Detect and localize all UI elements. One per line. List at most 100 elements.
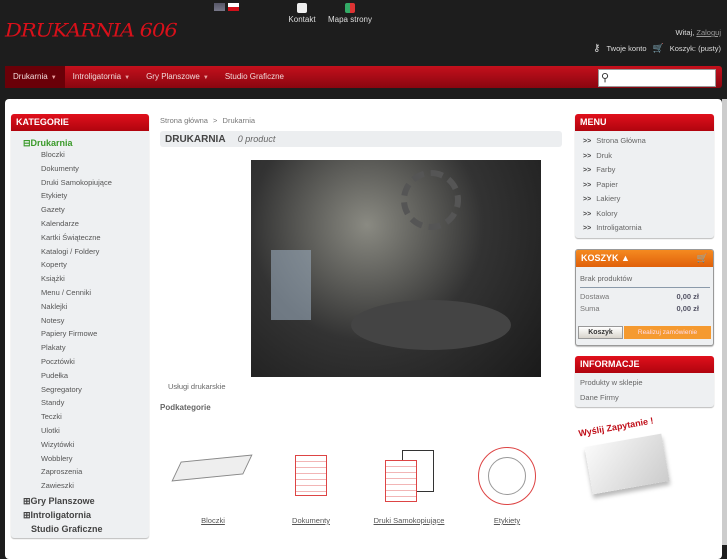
search-icon[interactable]: ⚲: [601, 71, 609, 84]
menu-title: MENU: [575, 114, 714, 131]
category-image: [251, 160, 541, 377]
subcategory-etykiety[interactable]: Etykiety: [494, 516, 520, 525]
envelope-icon: [584, 433, 670, 495]
menu-item-label: Papier: [596, 179, 618, 189]
cart-box: KOSZYK ▲ 🛒 Brak produktów Dostawa 0,00 zł…: [575, 249, 714, 346]
cart-title: KOSZYK: [581, 253, 619, 263]
category-item[interactable]: Etykiety: [41, 191, 67, 200]
double-chevron-icon: >>: [583, 225, 592, 232]
menu-item-label: Strona Główna: [596, 136, 646, 145]
category-item[interactable]: Kalendarze: [41, 219, 79, 228]
label-sticker-icon[interactable]: [478, 447, 536, 505]
menu-item-label: Kolory: [596, 208, 618, 218]
category-item[interactable]: Katalogi / Foldery: [41, 247, 99, 256]
breadcrumb: Strona główna > Drukarnia: [160, 116, 256, 125]
double-chevron-icon: >>: [583, 181, 592, 189]
category-item[interactable]: Zawieszki: [41, 481, 74, 490]
category-item[interactable]: Druki Samokopiujące: [41, 178, 112, 187]
category-item[interactable]: Menu / Cenniki: [41, 288, 91, 297]
double-chevron-icon: >>: [583, 210, 592, 218]
nav-studio-graficzne[interactable]: Studio Graficzne: [217, 66, 292, 88]
category-drukarnia[interactable]: ⊟Drukarnia: [23, 138, 73, 149]
double-chevron-icon: >>: [583, 167, 592, 174]
document-icon[interactable]: [295, 455, 327, 496]
menu-box: MENU >> Strona Główna >> Druk >> Farby >> Papie…: [575, 114, 714, 238]
category-item[interactable]: Kartki Świąteczne: [41, 233, 101, 242]
greeting: Witaj, Zaloguj: [675, 28, 721, 37]
subcategory-druki-samokopiujace[interactable]: Druki Samokopiujące: [374, 516, 445, 525]
subcategory-dokumenty[interactable]: Dokumenty: [292, 516, 330, 525]
search-input[interactable]: ⚲: [598, 69, 716, 87]
contact-label: Kontakt: [288, 15, 316, 24]
envelope-icon: [297, 3, 307, 13]
category-item[interactable]: Wizytówki: [41, 440, 74, 449]
category-item[interactable]: Pudełka: [41, 371, 68, 380]
category-item[interactable]: Standy: [41, 398, 64, 407]
menu-item-label: Druk: [596, 150, 613, 160]
flag-pl-icon[interactable]: [228, 3, 239, 11]
info-company[interactable]: Dane Firmy: [580, 393, 619, 402]
category-item[interactable]: Zaproszenia: [41, 467, 82, 476]
carbonless-forms-icon[interactable]: [385, 460, 417, 502]
key-icon: ⚷: [593, 43, 601, 54]
flag-en-icon[interactable]: [214, 3, 225, 11]
category-item[interactable]: Koperty: [41, 260, 67, 269]
sitemap-link[interactable]: Mapa strony: [326, 3, 374, 24]
category-item[interactable]: Ulotki: [41, 426, 60, 435]
category-item[interactable]: Książki: [41, 274, 65, 283]
double-chevron-icon: >>: [583, 138, 592, 145]
categories-title: KATEGORIE: [11, 114, 149, 131]
menu-item[interactable]: >> Lakiery: [583, 194, 620, 203]
category-item[interactable]: Plakaty: [41, 343, 66, 352]
category-item[interactable]: Gazety: [41, 205, 65, 214]
info-products[interactable]: Produkty w sklepie: [580, 378, 643, 387]
product-count: 0 product: [237, 134, 276, 144]
menu-item[interactable]: >> Druk: [583, 151, 612, 160]
subcategory-bloczki[interactable]: Bloczki: [201, 516, 225, 525]
categories-box: KATEGORIE ⊟Drukarnia Bloczki Dokumenty Dru…: [11, 114, 149, 538]
scrollbar[interactable]: [722, 99, 727, 545]
contact-link[interactable]: Kontakt: [287, 3, 317, 24]
cart-link[interactable]: Koszyk: (pusty): [670, 44, 721, 53]
checkout-button[interactable]: Realizuj zamówienie: [624, 326, 711, 339]
nav-gry-planszowe[interactable]: Gry Planszowe ▼: [138, 66, 217, 88]
cart-button[interactable]: Koszyk: [578, 326, 623, 339]
total-value: 0,00 zł: [676, 304, 699, 313]
breadcrumb-home[interactable]: Strona główna: [160, 116, 208, 125]
category-studio-graficzne[interactable]: Studio Graficzne: [31, 524, 103, 534]
subcategories-title: Podkategorie: [160, 403, 211, 412]
logo[interactable]: DRUKARNIA 606: [5, 19, 178, 41]
sitemap-icon: [345, 3, 355, 13]
info-box: INFORMACJE Produkty w sklepie Dane Firmy: [575, 356, 714, 407]
category-gry-planszowe[interactable]: ⊞Gry Planszowe: [23, 496, 95, 507]
sitemap-label: Mapa strony: [327, 15, 373, 24]
menu-item[interactable]: >> Papier: [583, 180, 618, 189]
shipping-value: 0,00 zł: [676, 292, 699, 301]
nav-drukarnia[interactable]: Drukarnia ▼: [5, 66, 65, 88]
login-link[interactable]: Zaloguj: [696, 28, 721, 37]
menu-item[interactable]: >> Introligatornia: [583, 223, 642, 232]
collapse-icon[interactable]: ▲: [621, 253, 630, 263]
menu-item[interactable]: >> Farby: [583, 165, 615, 174]
category-item[interactable]: Naklejki: [41, 302, 67, 311]
menu-item-label: Farby: [596, 165, 616, 174]
category-item[interactable]: Papiery Firmowe: [41, 329, 97, 338]
cart-box-icon: 🛒: [696, 253, 708, 263]
menu-item[interactable]: >> Strona Główna: [583, 136, 646, 145]
menu-item[interactable]: >> Kolory: [583, 209, 617, 218]
category-item[interactable]: Pocztówki: [41, 357, 75, 366]
nav-introligatornia[interactable]: Introligatornia ▼: [65, 66, 138, 88]
cart-icon: 🛒: [652, 43, 664, 53]
category-item[interactable]: Segregatory: [41, 385, 82, 394]
category-item[interactable]: Wobblery: [41, 454, 73, 463]
category-item[interactable]: Bloczki: [41, 150, 65, 159]
double-chevron-icon: >>: [583, 196, 592, 203]
category-item[interactable]: Dokumenty: [41, 164, 79, 173]
category-introligatornia[interactable]: ⊞Introligatornia: [23, 510, 91, 521]
send-inquiry-button[interactable]: Wyślij Zapytanie !: [578, 415, 673, 495]
shipping-label: Dostawa: [580, 292, 610, 301]
account-link[interactable]: Twoje konto: [606, 44, 646, 53]
menu-item-label: Introligatornia: [596, 223, 642, 232]
category-item[interactable]: Notesy: [41, 316, 64, 325]
category-item[interactable]: Teczki: [41, 412, 62, 421]
